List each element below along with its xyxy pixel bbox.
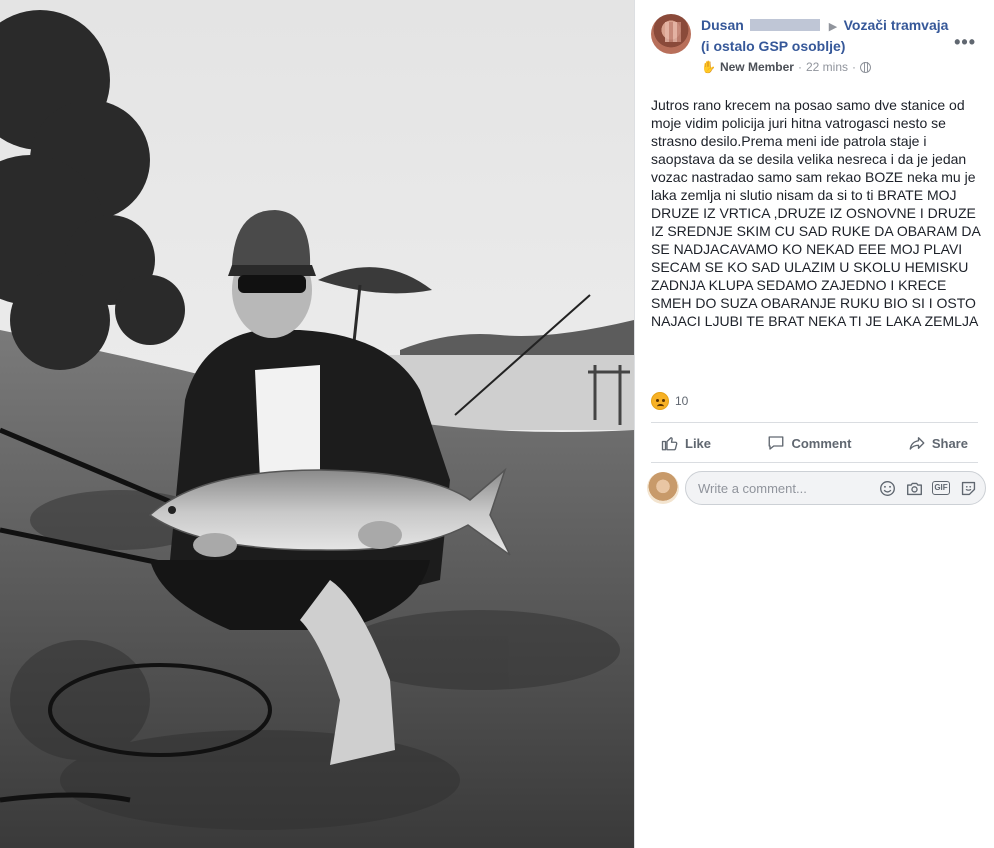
meta-separator: ·	[852, 60, 857, 74]
post-meta: ✋ New Member · 22 mins ·	[701, 60, 872, 74]
reaction-count: 10	[675, 394, 689, 408]
member-badge: New Member	[719, 60, 794, 74]
share-arrow-icon	[909, 437, 925, 450]
sad-reaction-icon	[651, 392, 669, 410]
globe-icon[interactable]	[860, 61, 872, 73]
post-time[interactable]: 22 mins	[806, 60, 848, 74]
group-name-line2[interactable]: (i ostalo GSP osoblje)	[701, 38, 845, 54]
camera-icon[interactable]	[905, 479, 923, 497]
comment-composer: GIF	[647, 470, 986, 506]
post-actions: Like Comment Share	[651, 424, 978, 462]
gif-icon[interactable]: GIF	[932, 481, 950, 495]
divider	[651, 422, 978, 423]
photo-illustration	[0, 0, 634, 848]
comment-tools: GIF	[878, 479, 977, 497]
share-label: Share	[931, 435, 968, 451]
post-header-text: Dusan ▶ Vozači tramvaja (i ostalo GSP os…	[701, 16, 961, 56]
post-text: Jutros rano krecem na posao samo dve sta…	[651, 97, 981, 329]
comment-button[interactable]: Comment	[767, 434, 851, 452]
redacted-surname	[750, 19, 821, 31]
like-label: Like	[685, 435, 712, 451]
author-name[interactable]: Dusan	[701, 17, 744, 33]
divider	[651, 462, 978, 463]
thumbs-up-icon	[661, 437, 678, 451]
comment-box[interactable]: GIF	[685, 471, 986, 505]
comment-icon	[769, 436, 784, 450]
meta-separator: ·	[797, 60, 802, 74]
triangle-right-icon: ▶	[828, 21, 838, 33]
post-photo[interactable]	[0, 0, 634, 848]
post-header: Dusan ▶ Vozači tramvaja (i ostalo GSP os…	[651, 14, 984, 80]
comment-label: Comment	[791, 435, 852, 451]
sticker-icon[interactable]	[959, 479, 977, 497]
group-name[interactable]: Vozači tramvaja	[844, 17, 949, 33]
comment-input[interactable]	[698, 480, 878, 496]
blurred-face	[665, 22, 681, 42]
wave-hand-icon: ✋	[701, 60, 716, 74]
author-avatar[interactable]	[651, 14, 691, 54]
post-panel: Dusan ▶ Vozači tramvaja (i ostalo GSP os…	[634, 0, 994, 848]
emoji-icon[interactable]	[878, 479, 896, 497]
share-button[interactable]: Share	[908, 434, 968, 452]
reactions-summary[interactable]: 10	[651, 392, 688, 410]
like-button[interactable]: Like	[661, 434, 711, 452]
more-options-icon[interactable]: •••	[954, 32, 976, 53]
viewer-avatar[interactable]	[647, 472, 679, 504]
